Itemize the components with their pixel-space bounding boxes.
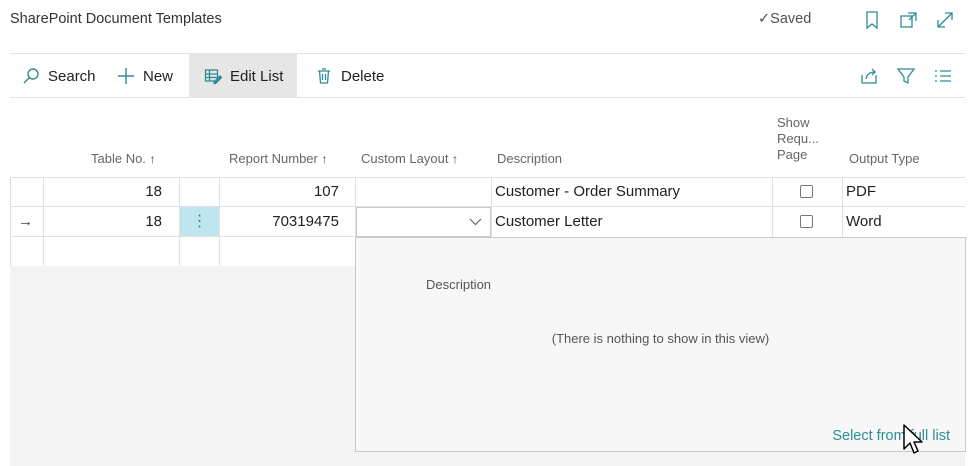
- edit-list-button[interactable]: Edit List: [189, 54, 297, 98]
- filter-icon[interactable]: [895, 65, 917, 87]
- column-header-report-number[interactable]: Report Number ↑: [229, 151, 328, 167]
- column-header-table-no-label: Table No.: [91, 151, 146, 166]
- show-request-page-checkbox[interactable]: [800, 185, 813, 198]
- custom-layout-cell[interactable]: [356, 177, 491, 207]
- search-button[interactable]: Search: [22, 54, 96, 98]
- lookup-column-header-description: Description: [426, 277, 492, 292]
- page-title: SharePoint Document Templates: [10, 11, 222, 27]
- output-type-cell[interactable]: PDF: [846, 177, 964, 207]
- sort-ascending-icon: ↑: [149, 152, 156, 166]
- sort-ascending-icon: ↑: [321, 152, 328, 166]
- row-menu-dots-icon[interactable]: ⋮: [180, 207, 219, 236]
- report-number-cell[interactable]: 107: [220, 177, 339, 207]
- expand-icon[interactable]: [934, 9, 956, 31]
- column-header-custom-layout-label: Custom Layout: [361, 151, 449, 166]
- column-header-table-no[interactable]: Table No. ↑: [91, 151, 156, 167]
- table-no-cell[interactable]: 18: [44, 207, 162, 237]
- report-number-cell[interactable]: 70319475: [220, 207, 339, 237]
- grid-line: [10, 177, 11, 267]
- lookup-empty-message: (There is nothing to show in this view): [551, 331, 770, 346]
- column-header-report-number-label: Report Number: [229, 151, 318, 166]
- plus-icon: [117, 67, 135, 85]
- saved-status: ✓Saved: [758, 11, 811, 27]
- output-type-cell[interactable]: Word: [846, 207, 964, 237]
- edit-list-label: Edit List: [230, 67, 284, 85]
- chevron-down-icon: [469, 218, 482, 226]
- trash-icon: [315, 67, 333, 85]
- grid-line: [772, 177, 773, 237]
- column-header-show-request-page[interactable]: Show Requ... Page: [777, 115, 819, 163]
- action-divider: [10, 97, 965, 98]
- open-in-new-window-icon[interactable]: [898, 9, 920, 31]
- header-line-2: Requ...: [777, 131, 819, 146]
- checkmark-icon: ✓: [758, 11, 771, 27]
- search-label: Search: [48, 67, 96, 85]
- new-button[interactable]: New: [117, 54, 173, 98]
- search-icon: [22, 67, 40, 85]
- table-no-cell[interactable]: 18: [44, 177, 162, 207]
- row-marker-arrow-icon: →: [18, 213, 33, 230]
- show-request-page-checkbox[interactable]: [800, 215, 813, 228]
- delete-button[interactable]: Delete: [315, 54, 384, 98]
- mouse-pointer-icon: [903, 424, 923, 454]
- column-header-output-type[interactable]: Output Type: [849, 151, 920, 167]
- grid-line: [491, 177, 492, 237]
- grid-line: [842, 177, 843, 237]
- header-line-1: Show: [777, 115, 810, 130]
- description-cell[interactable]: Customer - Order Summary: [495, 177, 771, 207]
- select-from-full-list-link[interactable]: Select from full list: [832, 428, 950, 444]
- list-view-icon[interactable]: [932, 65, 954, 87]
- header-line-3: Page: [777, 147, 808, 162]
- new-label: New: [143, 67, 174, 85]
- custom-layout-dropdown[interactable]: [356, 207, 491, 237]
- sort-ascending-icon: ↑: [452, 152, 459, 166]
- delete-label: Delete: [341, 67, 385, 85]
- action-bar: Search New Edit List Delete: [10, 54, 965, 98]
- column-header-custom-layout[interactable]: Custom Layout ↑: [361, 151, 458, 167]
- description-cell[interactable]: Customer Letter: [495, 207, 771, 237]
- custom-layout-lookup-panel: Description (There is nothing to show in…: [355, 237, 966, 452]
- column-header-description[interactable]: Description: [497, 151, 562, 167]
- bookmark-icon[interactable]: [861, 9, 883, 31]
- edit-list-icon: [204, 67, 222, 85]
- saved-label: Saved: [770, 11, 812, 27]
- share-icon[interactable]: [858, 65, 880, 87]
- title-bar: SharePoint Document Templates ✓Saved: [0, 0, 977, 42]
